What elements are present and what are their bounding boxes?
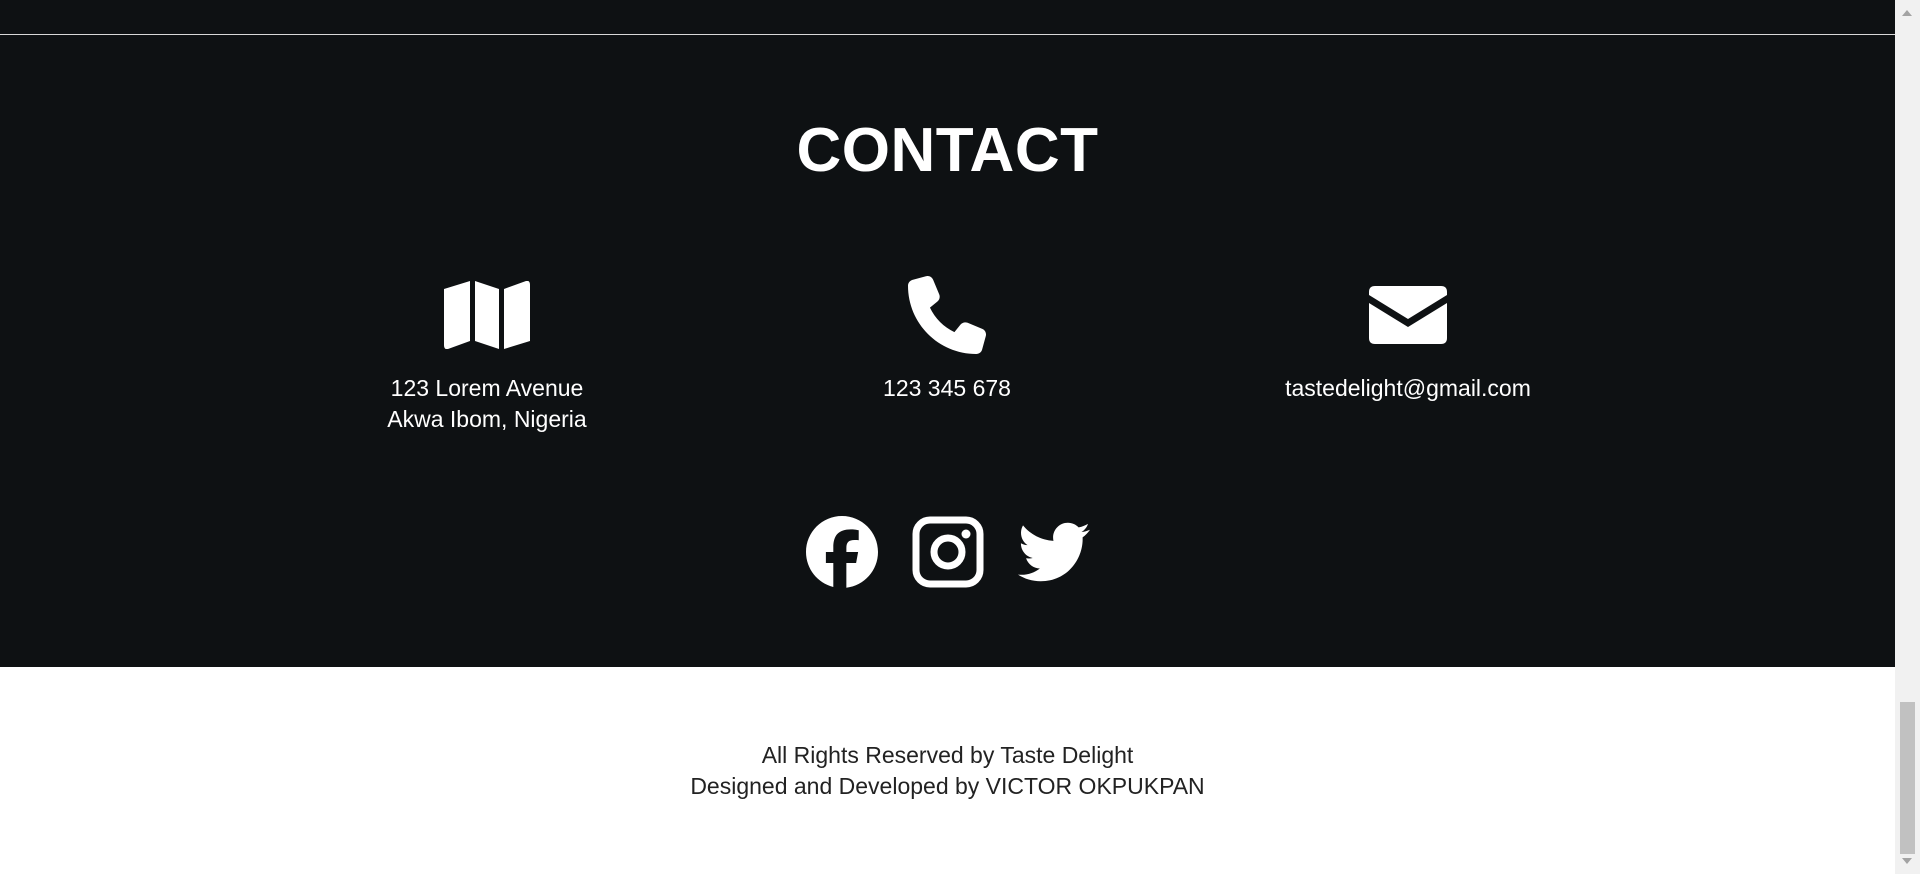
facebook-link[interactable] <box>805 516 878 588</box>
contact-section: CONTACT 123 Lorem Avenue Akwa Ibom, Nige… <box>0 0 1895 667</box>
instagram-link[interactable] <box>912 516 984 588</box>
contact-phone: 123 345 678 <box>717 270 1177 404</box>
phone-number[interactable]: 123 345 678 <box>717 373 1177 404</box>
section-divider <box>0 34 1895 35</box>
address-line-1: 123 Lorem Avenue <box>390 375 584 401</box>
footer: All Rights Reserved by Taste Delight Des… <box>0 667 1895 874</box>
twitter-icon <box>1017 522 1090 582</box>
viewport: CONTACT 123 Lorem Avenue Akwa Ibom, Nige… <box>0 0 1895 874</box>
facebook-icon <box>805 516 878 588</box>
phone-icon <box>908 276 986 354</box>
address-line-2: Akwa Ibom, Nigeria <box>387 406 587 432</box>
twitter-link[interactable] <box>1017 516 1090 588</box>
instagram-icon <box>912 516 983 588</box>
contact-email: tastedelight@gmail.com <box>1178 270 1638 404</box>
scroll-thumb[interactable] <box>1900 702 1915 854</box>
scroll-down-arrow-icon[interactable] <box>1902 858 1912 864</box>
map-icon <box>444 281 530 349</box>
footer-rights: All Rights Reserved by Taste Delight <box>761 742 1134 768</box>
email-address[interactable]: tastedelight@gmail.com <box>1178 373 1638 404</box>
page: CONTACT 123 Lorem Avenue Akwa Ibom, Nige… <box>0 0 1920 874</box>
vertical-scrollbar[interactable] <box>1895 0 1920 874</box>
envelope-icon <box>1369 286 1447 344</box>
contact-address: 123 Lorem Avenue Akwa Ibom, Nigeria <box>257 270 717 435</box>
scroll-up-arrow-icon[interactable] <box>1902 10 1912 16</box>
social-links <box>0 516 1895 588</box>
contact-title: CONTACT <box>796 116 1099 185</box>
footer-credits: Designed and Developed by VICTOR OKPUKPA… <box>690 773 1205 799</box>
